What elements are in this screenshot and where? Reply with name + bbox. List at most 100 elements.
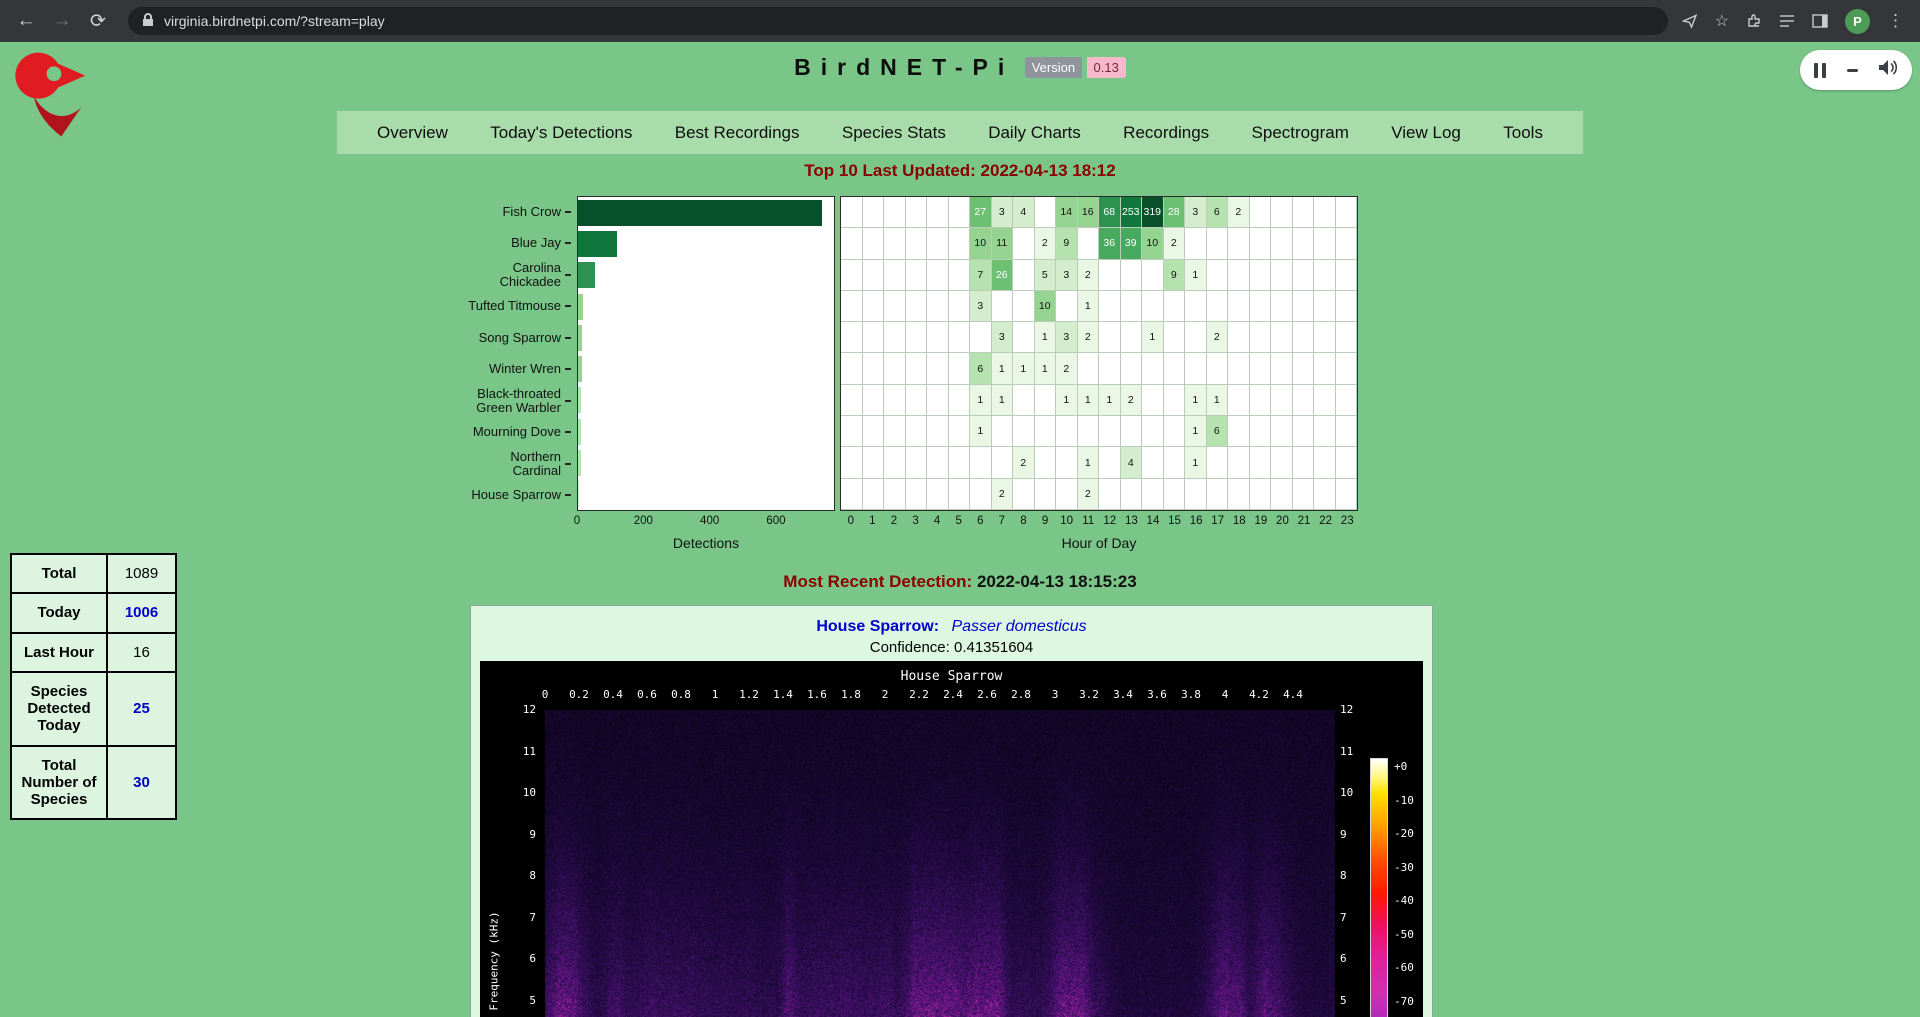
hour-axis-tick: 13 — [1125, 515, 1138, 527]
heatmap-cell — [1164, 322, 1186, 353]
species-label-row: Winter Wren — [407, 354, 571, 386]
heatmap-cell — [1336, 447, 1358, 478]
heatmap-cell: 1 — [970, 385, 992, 416]
nav-item[interactable]: Daily Charts — [988, 123, 1081, 143]
profile-avatar[interactable]: P — [1845, 9, 1870, 34]
heatmap-cell — [1142, 353, 1164, 384]
address-bar[interactable]: virginia.birdnetpi.com/?stream=play — [128, 7, 1668, 35]
hour-axis-tick: 1 — [869, 515, 875, 527]
browser-menu-icon[interactable]: ⋮ — [1887, 11, 1904, 31]
hour-axis-tick: 6 — [977, 515, 983, 527]
species-label-row: Fish Crow — [407, 196, 571, 228]
heatmap-cell — [1099, 416, 1121, 447]
heatmap-cell — [1228, 385, 1250, 416]
heatmap-cell: 1 — [1078, 447, 1100, 478]
nav-item[interactable]: Today's Detections — [490, 123, 632, 143]
pause-button[interactable] — [1814, 63, 1826, 78]
species-label-row: Blue Jay — [407, 228, 571, 260]
heatmap-cell — [1314, 322, 1336, 353]
heatmap-cell — [1121, 479, 1143, 510]
hour-axis-tick: 14 — [1147, 515, 1160, 527]
spectro-y-tick: 12 — [1340, 703, 1353, 716]
heatmap-cell — [1142, 479, 1164, 510]
heatmap-cell: 5 — [1035, 260, 1057, 291]
spectro-x-tick: 0.4 — [603, 688, 623, 701]
spectro-x-tick: 0.8 — [671, 688, 691, 701]
lock-icon — [142, 13, 154, 30]
share-icon[interactable] — [1682, 13, 1698, 29]
stats-value-link[interactable]: 1006 — [107, 593, 176, 632]
browser-forward-button[interactable]: → — [46, 5, 78, 37]
heatmap-cell — [1185, 353, 1207, 384]
side-panel-icon[interactable] — [1812, 14, 1828, 28]
toolbar-icons: ☆ P ⋮ — [1682, 9, 1904, 34]
nav-item[interactable]: Recordings — [1123, 123, 1209, 143]
heatmap-cell — [1250, 353, 1272, 384]
volume-icon[interactable] — [1878, 59, 1898, 81]
heatmap-cell — [927, 447, 949, 478]
detections-bar — [578, 294, 583, 320]
stats-value-link[interactable]: 30 — [107, 746, 176, 820]
detections-bar — [578, 481, 579, 507]
heatmap-cell: 1 — [1142, 322, 1164, 353]
nav-item[interactable]: Best Recordings — [675, 123, 800, 143]
nav-item[interactable]: Tools — [1503, 123, 1543, 143]
species-label-row: Carolina Chickadee — [407, 259, 571, 291]
heatmap-cell — [841, 447, 863, 478]
reading-list-icon[interactable] — [1779, 14, 1795, 28]
hour-axis-tick: 18 — [1233, 515, 1246, 527]
heatmap-cell: 4 — [1121, 447, 1143, 478]
stats-value-link[interactable]: 25 — [107, 672, 176, 746]
heatmap-cell — [1121, 353, 1143, 384]
heatmap-cell — [927, 322, 949, 353]
nav-item[interactable]: Species Stats — [842, 123, 946, 143]
bookmark-star-icon[interactable]: ☆ — [1715, 11, 1729, 31]
nav-bar: Overview Today's Detections Best Recording… — [337, 111, 1583, 154]
species-common-name-link[interactable]: House Sparrow: — [816, 618, 939, 635]
player-seek-handle[interactable] — [1847, 69, 1858, 72]
nav-item[interactable]: Spectrogram — [1252, 123, 1349, 143]
hour-axis-tick: 11 — [1082, 515, 1094, 527]
stats-row: Total Number of Species30 — [11, 746, 176, 820]
heatmap-cell — [927, 228, 949, 259]
heatmap-cell: 1 — [992, 353, 1014, 384]
heatmap-cell — [1228, 228, 1250, 259]
recent-detection-time: 2022-04-13 18:15:23 — [977, 572, 1137, 591]
species-scientific-name-link[interactable]: Passer domesticus — [951, 618, 1086, 635]
version-badge-value: 0.13 — [1087, 57, 1126, 78]
spectro-y-tick: 5 — [510, 994, 536, 1007]
heatmap-cell — [1185, 228, 1207, 259]
heatmap-cell — [1250, 322, 1272, 353]
heatmap-cell — [1099, 447, 1121, 478]
heatmap-cell — [1013, 322, 1035, 353]
nav-item[interactable]: View Log — [1391, 123, 1461, 143]
bar-row — [578, 291, 834, 322]
browser-back-button[interactable]: ← — [10, 5, 42, 37]
hour-axis-tick: 9 — [1042, 515, 1048, 527]
axis-tick-mark — [565, 305, 571, 307]
heatmap-cell — [1056, 447, 1078, 478]
spectro-x-tick: 4.2 — [1249, 688, 1269, 701]
detections-bar — [578, 450, 581, 476]
audio-player[interactable] — [1800, 50, 1912, 90]
heatmap-cell: 68 — [1099, 197, 1121, 228]
stats-label: Last Hour — [11, 633, 107, 672]
species-label: Fish Crow — [502, 205, 561, 219]
heatmap-cell: 14 — [1056, 197, 1078, 228]
heatmap-cell — [927, 260, 949, 291]
heatmap-cell — [1013, 385, 1035, 416]
spectro-x-tick: 4.4 — [1283, 688, 1303, 701]
heatmap-cell — [1078, 416, 1100, 447]
heatmap-cell — [1293, 353, 1315, 384]
nav-item[interactable]: Overview — [377, 123, 448, 143]
heatmap-cell — [1056, 416, 1078, 447]
heatmap-cell — [884, 260, 906, 291]
spectro-x-tick: 1.6 — [807, 688, 827, 701]
extensions-icon[interactable] — [1746, 13, 1762, 29]
heatmap-cell — [884, 479, 906, 510]
spectro-x-tick: 2.6 — [977, 688, 997, 701]
heatmap-cell — [970, 322, 992, 353]
page-body: BirdNET-Pi Version 0.13 OverviewToday's … — [0, 42, 1920, 1017]
frequency-axis-label: Frequency (kHz) — [488, 911, 501, 1010]
browser-reload-button[interactable]: ⟳ — [82, 5, 114, 37]
